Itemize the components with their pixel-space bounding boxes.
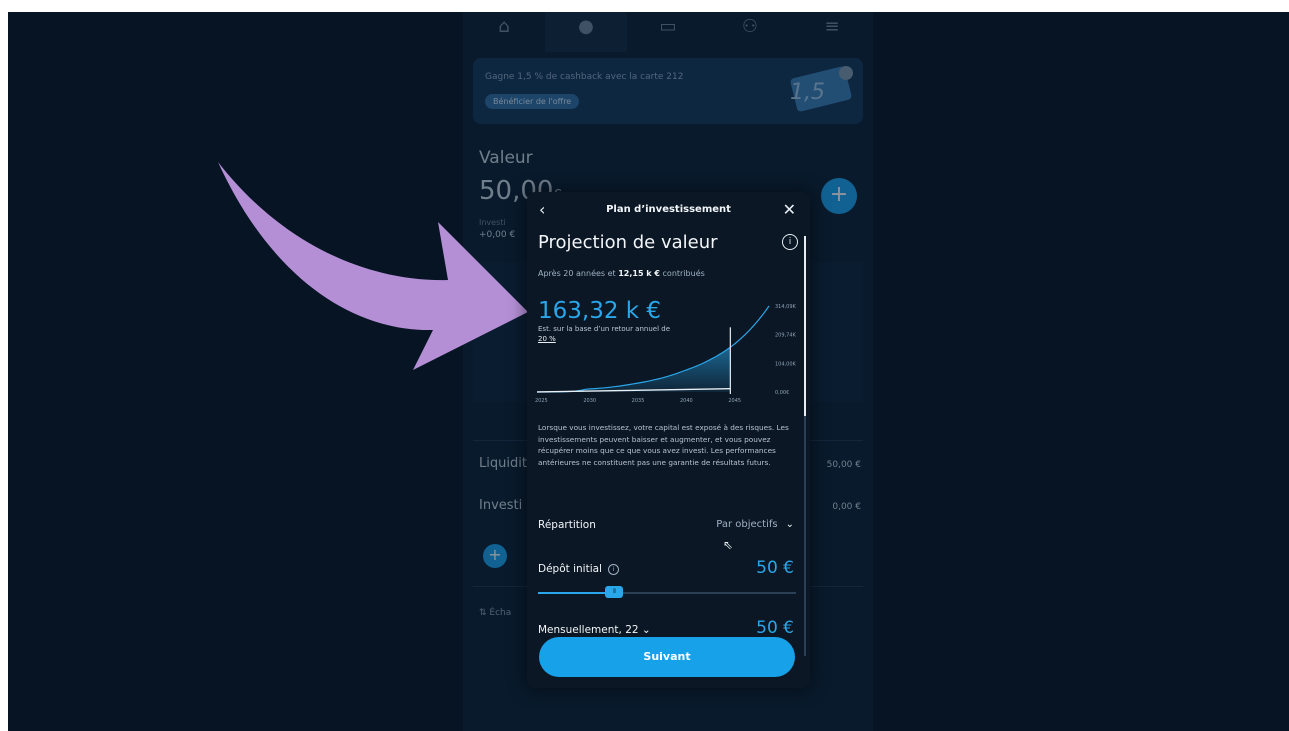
repartition-select[interactable]: Par objectifs ⌄ — [716, 519, 794, 530]
depot-label: Dépôt initial i — [538, 563, 619, 575]
chevron-down-icon: ⌄ — [641, 624, 651, 636]
x-tick-label: 2035 — [632, 398, 645, 404]
investment-plan-modal: ‹ Plan d’investissement ✕ Projection de … — [527, 192, 810, 688]
chevron-down-icon: ⌄ — [785, 519, 794, 530]
top-nav: ⌂ ● ▭ ⚇ ≡ — [463, 12, 873, 52]
y-tick-label: 209,74K — [775, 333, 796, 339]
users-icon[interactable]: ⚇ — [709, 12, 791, 52]
info-icon[interactable]: i — [782, 234, 798, 250]
card-icon[interactable]: ▭ — [627, 12, 709, 52]
x-tick-label: 2045 — [728, 398, 741, 404]
depot-slider-fill — [538, 592, 615, 594]
echange-label[interactable]: ⇅ Écha — [479, 608, 511, 618]
modal-header: ‹ Plan d’investissement ✕ — [527, 200, 810, 224]
pointer-arrow-icon — [218, 162, 528, 370]
y-tick-label: 104,00K — [775, 362, 796, 368]
close-icon[interactable] — [839, 66, 853, 80]
x-tick-label: 2040 — [680, 398, 693, 404]
depot-slider-thumb[interactable]: ⦀ — [605, 586, 624, 598]
risk-disclaimer: Lorsque vous investissez, votre capital … — [538, 423, 789, 467]
scrollbar-thumb[interactable] — [804, 236, 806, 416]
promo-button[interactable]: Bénéficier de l'offre — [485, 94, 580, 109]
projected-value: 163,32 k € — [538, 298, 662, 324]
promo-banner[interactable]: Gagne 1,5 % de cashback avec la carte 21… — [473, 58, 863, 124]
rate-link[interactable]: 20 % — [538, 335, 556, 343]
home-icon[interactable]: ⌂ — [463, 12, 545, 52]
investi-label: Investi — [479, 498, 523, 513]
screen: ⌂ ● ▭ ⚇ ≡ Gagne 1,5 % de cashback avec l… — [8, 12, 1289, 731]
mouse-cursor-icon: ⇖ — [723, 538, 734, 552]
mensuel-label[interactable]: Mensuellement, 22 ⌄ — [538, 624, 651, 636]
depot-value: 50 € — [756, 558, 794, 578]
estimate-text: Est. sur la base d’un retour annuel de 2… — [538, 325, 671, 343]
liquidite-label: Liquidit — [479, 456, 527, 471]
projection-subtitle: Après 20 années et 12,15 k € contribués — [538, 269, 705, 278]
add-investment-button[interactable]: + — [483, 544, 507, 568]
y-tick-label: 0,00€ — [775, 390, 789, 396]
repartition-label: Répartition — [538, 519, 596, 531]
close-icon[interactable]: ✕ — [783, 200, 796, 219]
pie-chart-icon[interactable]: ● — [545, 12, 627, 52]
projection-heading: Projection de valeur — [538, 232, 718, 253]
add-button[interactable]: + — [821, 178, 857, 214]
projection-area — [537, 347, 731, 392]
y-tick-label: 314,09K — [775, 304, 796, 310]
next-button[interactable]: Suivant — [539, 637, 795, 677]
menu-icon[interactable]: ≡ — [791, 12, 873, 52]
investi-value: 0,00 € — [832, 502, 861, 512]
modal-title: Plan d’investissement — [606, 204, 731, 215]
card-number: 1,5 — [790, 80, 825, 105]
promo-text: Gagne 1,5 % de cashback avec la carte 21… — [485, 72, 684, 82]
x-tick-label: 2030 — [583, 398, 596, 404]
liquidite-value: 50,00 € — [826, 460, 861, 470]
info-icon[interactable]: i — [607, 564, 619, 575]
x-tick-label: 2025 — [535, 398, 548, 404]
mensuel-value: 50 € — [756, 618, 794, 638]
